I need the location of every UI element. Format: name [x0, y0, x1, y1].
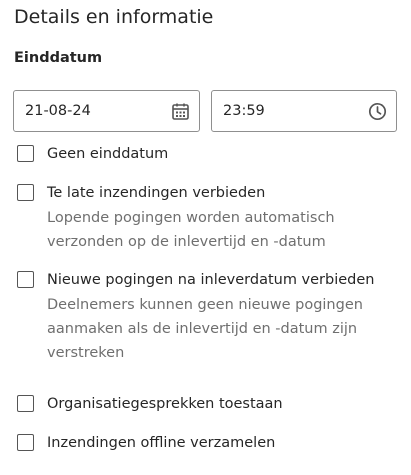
offline-label[interactable]: Inzendingen offline verzamelen — [47, 433, 387, 453]
option-conversations[interactable]: Organisatiegesprekken toestaan — [17, 394, 387, 414]
no-due-date-checkbox[interactable] — [17, 145, 34, 162]
prohibit-new-label[interactable]: Nieuwe pogingen na inleverdatum verbiede… — [47, 270, 387, 290]
option-no-due-date[interactable]: Geen einddatum — [17, 144, 387, 164]
conversations-label[interactable]: Organisatiegesprekken toestaan — [47, 394, 387, 414]
no-due-date-label[interactable]: Geen einddatum — [47, 144, 387, 164]
section-title: Details en informatie — [14, 6, 214, 28]
offline-checkbox[interactable] — [17, 434, 34, 451]
conversations-checkbox[interactable] — [17, 395, 34, 412]
option-prohibit-late[interactable]: Te late inzendingen verbieden Lopende po… — [17, 183, 387, 254]
due-time-field[interactable] — [211, 90, 397, 132]
due-date-field[interactable] — [13, 90, 200, 132]
due-date-label: Einddatum — [14, 50, 103, 66]
due-time-input[interactable] — [212, 92, 363, 130]
prohibit-late-checkbox[interactable] — [17, 184, 34, 201]
prohibit-late-description: Lopende pogingen worden automatisch verz… — [47, 210, 335, 250]
option-offline[interactable]: Inzendingen offline verzamelen — [17, 433, 387, 453]
option-prohibit-new[interactable]: Nieuwe pogingen na inleverdatum verbiede… — [17, 270, 387, 365]
due-date-input[interactable] — [14, 92, 165, 130]
clock-icon[interactable] — [367, 101, 387, 121]
prohibit-late-label[interactable]: Te late inzendingen verbieden — [47, 183, 387, 203]
prohibit-new-checkbox[interactable] — [17, 271, 34, 288]
prohibit-new-description: Deelnemers kunnen geen nieuwe pogingen a… — [47, 297, 363, 361]
calendar-icon[interactable] — [170, 101, 190, 121]
